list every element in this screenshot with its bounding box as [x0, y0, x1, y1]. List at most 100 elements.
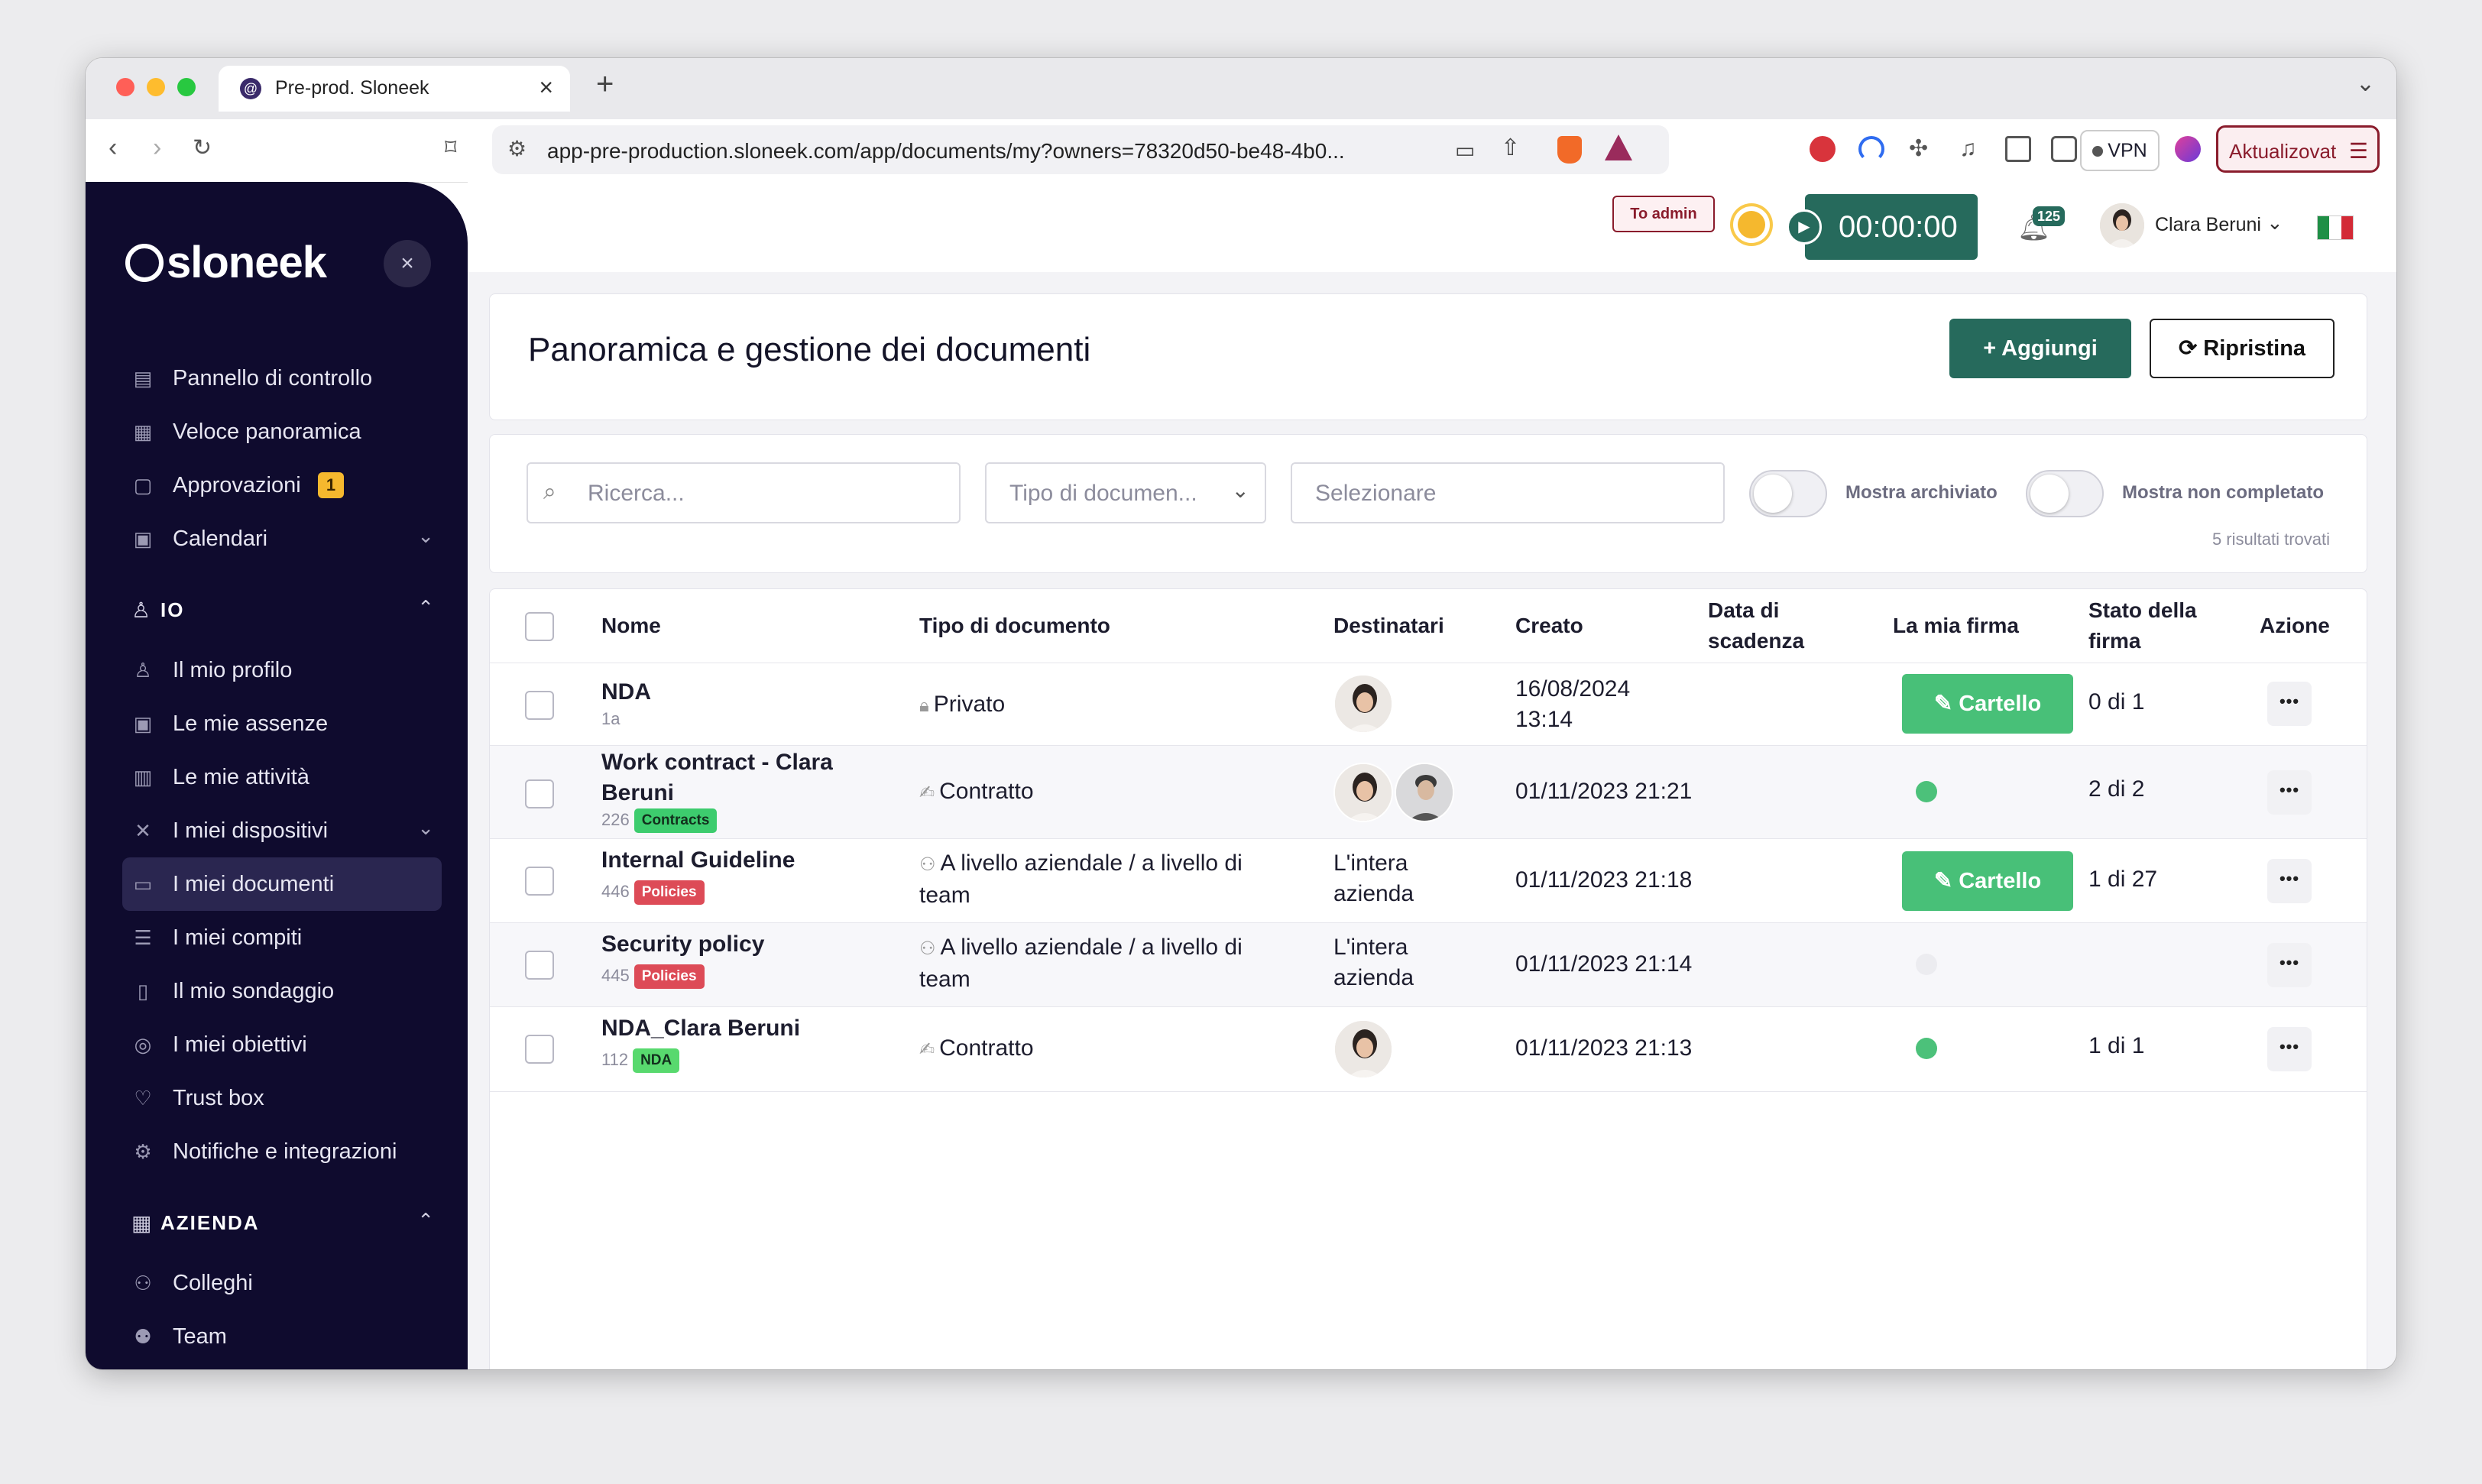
dashboard-icon: ▤ — [133, 367, 153, 390]
brave-shield-icon[interactable] — [1557, 136, 1582, 164]
sign-button[interactable]: ✎ Cartello — [1902, 674, 2073, 734]
italy-flag-icon[interactable] — [2317, 215, 2354, 240]
time-tracker[interactable]: ▶ 00:00:00 — [1787, 194, 1978, 260]
column-header-due-date[interactable]: Data di scadenza — [1708, 595, 1804, 656]
select-all-checkbox[interactable] — [525, 612, 554, 641]
table-row[interactable]: Security policy 445 Policies ⚇ A livello a… — [490, 922, 2367, 1007]
document-name[interactable]: Security policy — [601, 929, 764, 960]
sign-label: Cartello — [1959, 869, 2042, 893]
row-actions-button[interactable]: ••• — [2267, 1027, 2312, 1071]
sidebar-item-trust-box[interactable]: ♡ Trust box — [122, 1071, 442, 1125]
maximize-window-button[interactable] — [177, 78, 196, 96]
url-text[interactable]: app-pre-production.sloneek.com/app/docum… — [547, 139, 1345, 164]
close-tab-icon[interactable]: × — [539, 73, 553, 102]
sidebar-item-calendars[interactable]: ▣ Calendari ⌄ — [122, 512, 442, 565]
table-row[interactable]: Internal Guideline 446 Policies ⚇ A livell… — [490, 838, 2367, 923]
column-header-recipients[interactable]: Destinatari — [1333, 611, 1444, 641]
sidebar-item-colleagues[interactable]: ⚇ Colleghi — [122, 1256, 442, 1310]
table-row[interactable]: NDA_Clara Beruni 112 NDA ✍︎ Contratto 01/1… — [490, 1006, 2367, 1092]
app-header: To admin ▶ 00:00:00 🔔︎ 125 Clara Beruni … — [468, 182, 2396, 273]
table-row[interactable]: NDA 1a 🔒︎ Privato 16/08/2024 13:14 ✎ Cart… — [490, 663, 2367, 746]
browser-tab[interactable]: @ Pre-prod. Sloneek × — [219, 66, 570, 112]
search-input[interactable]: ⌕ Ricerca... — [527, 462, 961, 523]
address-bar[interactable]: ⚙ app-pre-production.sloneek.com/app/doc… — [492, 125, 1669, 174]
row-checkbox[interactable] — [525, 691, 554, 720]
extensions-puzzle-icon[interactable]: ✣ — [1909, 136, 1935, 162]
sign-button[interactable]: ✎ Cartello — [1902, 851, 2073, 911]
column-header-name[interactable]: Nome — [601, 611, 661, 641]
back-icon[interactable]: ‹ — [109, 133, 117, 163]
column-header-signature-state[interactable]: Stato della firma — [2088, 595, 2197, 656]
main-content: Panoramica e gestione dei documenti + Ag… — [468, 272, 2396, 1369]
recipient-avatar[interactable] — [1333, 763, 1393, 822]
add-document-button[interactable]: + Aggiungi — [1949, 319, 2131, 378]
row-checkbox[interactable] — [525, 1035, 554, 1064]
brave-rewards-icon[interactable] — [1605, 134, 1632, 160]
site-settings-icon[interactable]: ⚙ — [507, 136, 527, 161]
sidebar-section-azienda[interactable]: ▦ AZIENDA ⌃ — [122, 1200, 442, 1246]
recipient-avatar[interactable] — [1395, 763, 1454, 822]
extension-arc-icon[interactable] — [1858, 136, 1884, 162]
column-header-my-signature[interactable]: La mia firma — [1893, 611, 2019, 641]
document-name[interactable]: NDA_Clara Beruni — [601, 1013, 800, 1044]
sidebar-item-my-documents[interactable]: ▭ I miei documenti — [122, 857, 442, 911]
new-tab-icon[interactable]: + — [596, 67, 614, 102]
column-header-document-type[interactable]: Tipo di documento — [919, 611, 1110, 641]
forward-icon[interactable]: › — [153, 133, 161, 163]
row-checkbox[interactable] — [525, 867, 554, 896]
close-window-button[interactable] — [116, 78, 134, 96]
sidebar-item-my-absences[interactable]: ▣ Le mie assenze — [122, 697, 442, 750]
row-actions-button[interactable]: ••• — [2267, 859, 2312, 903]
sidebar-item-my-devices[interactable]: ✕ I miei dispositivi ⌄ — [122, 804, 442, 857]
sidebar-item-my-tasks[interactable]: ☰ I miei compiti — [122, 911, 442, 964]
row-checkbox[interactable] — [525, 779, 554, 808]
minimize-window-button[interactable] — [147, 78, 165, 96]
show-archived-toggle[interactable] — [1749, 470, 1827, 517]
user-name[interactable]: Clara Beruni — [2155, 214, 2261, 236]
table-row[interactable]: Work contract - Clara Beruni 226 Contract… — [490, 745, 2367, 839]
column-header-created[interactable]: Creato — [1515, 611, 1583, 641]
sloneek-logo[interactable]: sloneek — [125, 237, 327, 288]
extension-red-icon[interactable] — [1810, 136, 1836, 162]
tab-list-chevron-icon[interactable]: ⌄ — [2356, 70, 2375, 97]
update-browser-button[interactable]: Aktualizovat ☰ — [2216, 125, 2380, 173]
sidebar-toggle-icon[interactable] — [2005, 136, 2031, 162]
sidebar-item-my-activities[interactable]: ▥ Le mie attività — [122, 750, 442, 804]
checklist-icon: ☰ — [134, 926, 152, 949]
select-input[interactable]: Selezionare — [1291, 462, 1725, 523]
reload-icon[interactable]: ↻ — [193, 134, 212, 161]
row-actions-button[interactable]: ••• — [2267, 682, 2312, 726]
vpn-button[interactable]: VPN — [2080, 130, 2160, 171]
document-name[interactable]: Internal Guideline — [601, 845, 795, 876]
recipient-avatar[interactable] — [1333, 674, 1393, 734]
user-avatar[interactable] — [2100, 203, 2144, 248]
sidebar-section-io[interactable]: ♙ IO ⌃ — [122, 587, 442, 633]
wallet-icon[interactable] — [2051, 136, 2077, 162]
reset-button[interactable]: ⟳ Ripristina — [2150, 319, 2335, 378]
recipient-avatar[interactable] — [1333, 1019, 1393, 1079]
share-icon[interactable]: ⇧ — [1501, 134, 1520, 161]
media-music-icon[interactable]: ♫ — [1959, 136, 1985, 162]
row-actions-button[interactable]: ••• — [2267, 943, 2312, 987]
close-sidebar-button[interactable]: × — [384, 240, 431, 287]
document-name[interactable]: Work contract - Clara Beruni — [601, 747, 876, 808]
show-incomplete-toggle[interactable] — [2026, 470, 2104, 517]
chevron-down-icon[interactable]: ⌄ — [2267, 211, 2283, 235]
sidebar-item-team[interactable]: ⚉ Team — [122, 1310, 442, 1363]
sidebar-item-quick-overview[interactable]: ▦ Veloce panoramica — [122, 405, 442, 458]
document-name[interactable]: NDA — [601, 677, 651, 708]
document-type-select[interactable]: Tipo di documen... ⌄ — [985, 462, 1266, 523]
row-actions-button[interactable]: ••• — [2267, 770, 2312, 815]
cast-icon[interactable]: ▭ — [1455, 138, 1475, 163]
sidebar-item-approvals[interactable]: ▢ Approvazioni 1 — [122, 458, 442, 512]
leo-ai-icon[interactable] — [2175, 136, 2201, 162]
row-checkbox[interactable] — [525, 951, 554, 980]
sidebar-item-dashboard[interactable]: ▤ Pannello di controllo — [122, 352, 442, 405]
play-icon[interactable]: ▶ — [1787, 209, 1822, 245]
sidebar-item-my-profile[interactable]: ♙ Il mio profilo — [122, 643, 442, 697]
sidebar-item-notifications-integrations[interactable]: ⚙ Notifiche e integrazioni — [122, 1125, 442, 1178]
to-admin-button[interactable]: To admin — [1612, 196, 1715, 232]
bookmark-icon[interactable]: ⌑ — [445, 134, 456, 161]
sidebar-item-my-survey[interactable]: ▯ Il mio sondaggio — [122, 964, 442, 1018]
sidebar-item-my-goals[interactable]: ◎ I miei obiettivi — [122, 1018, 442, 1071]
